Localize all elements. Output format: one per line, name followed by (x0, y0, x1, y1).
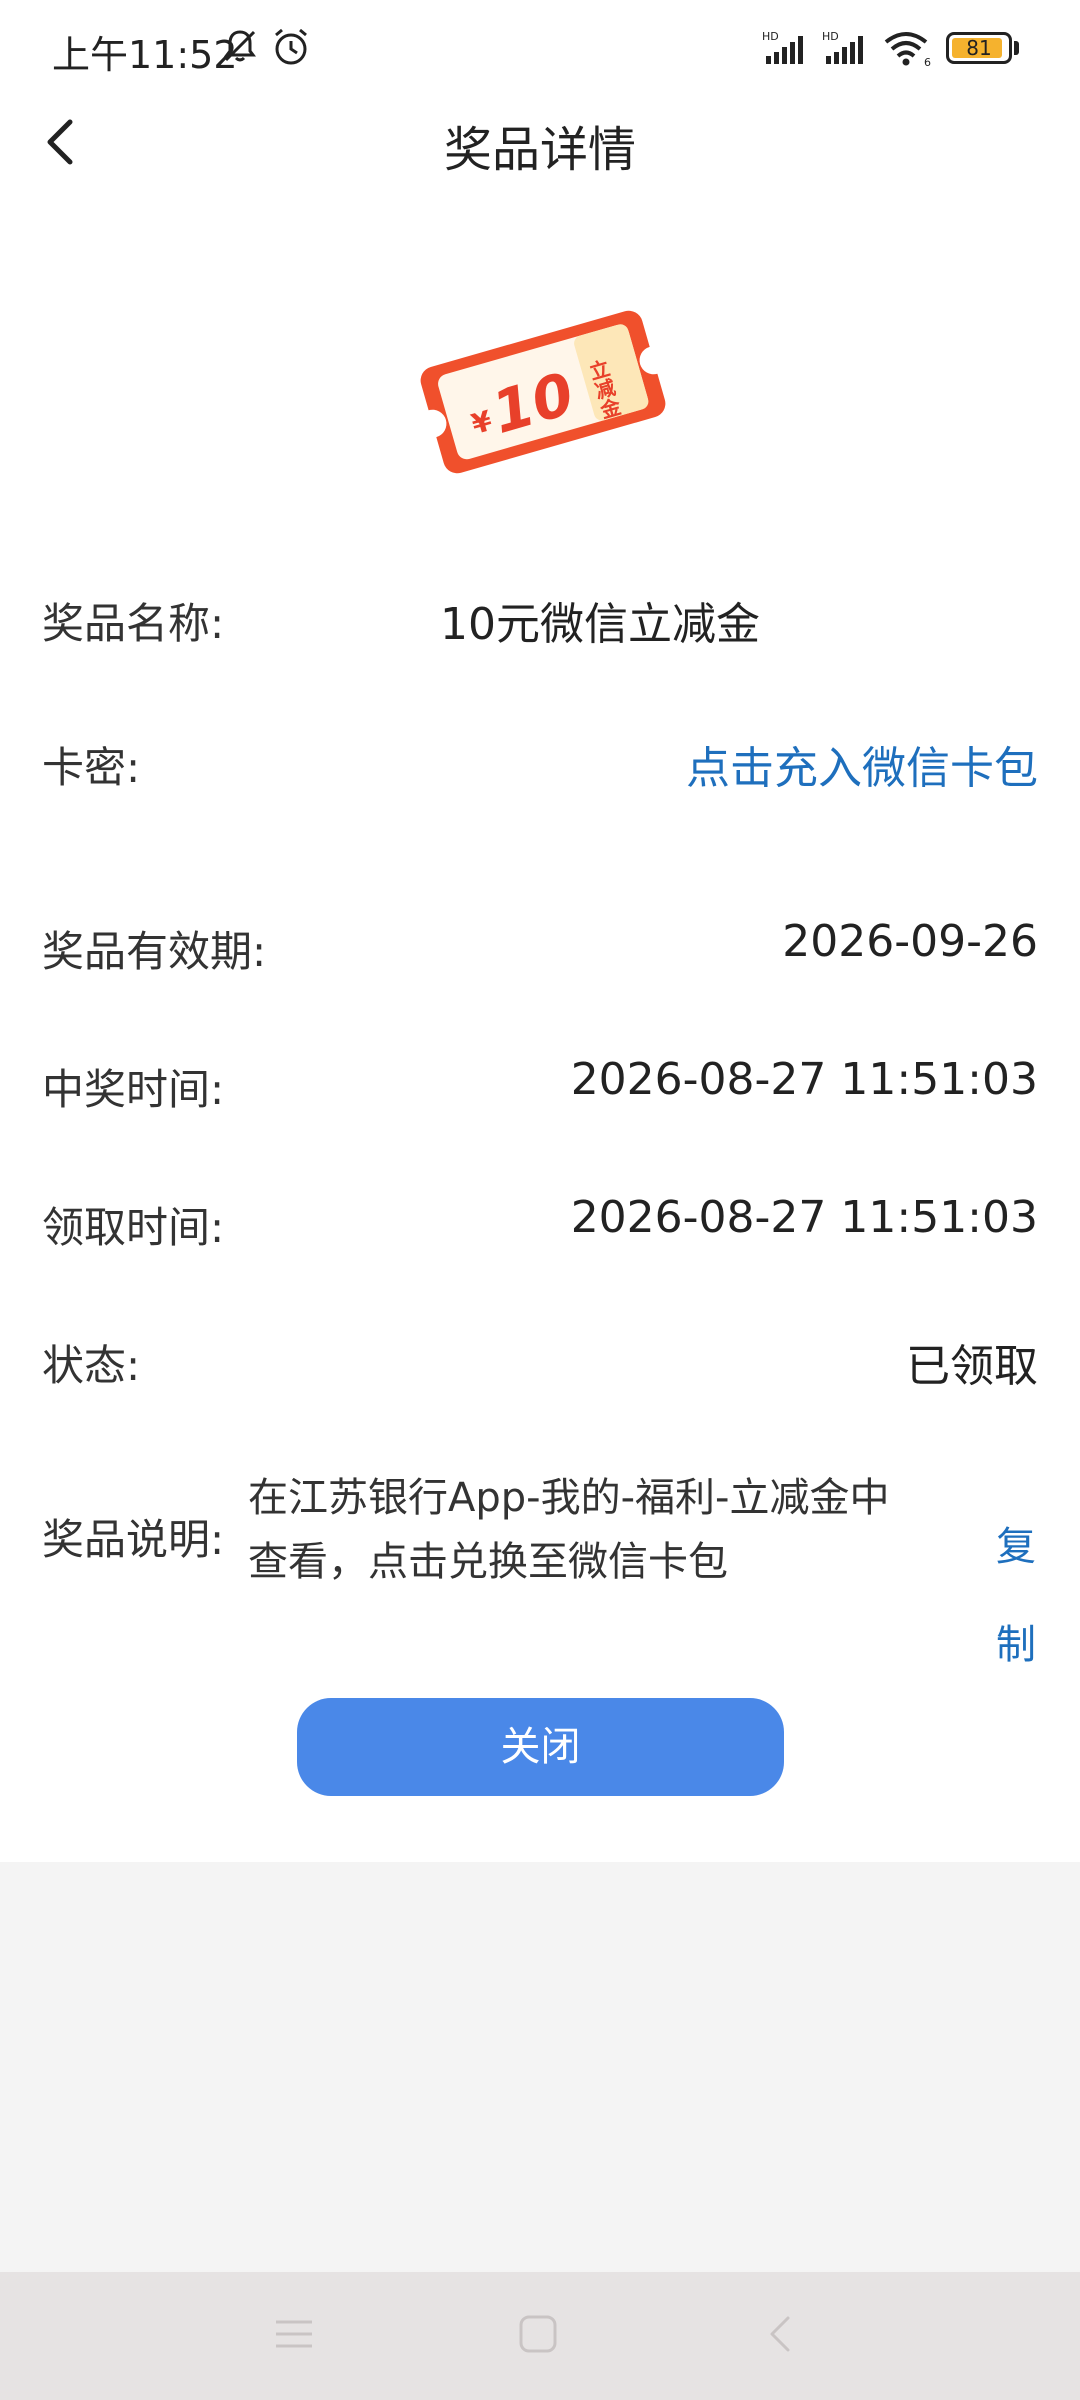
wifi-icon: 6 (884, 32, 931, 68)
validity-label: 奖品有效期: (42, 927, 267, 976)
status-value: 已领取 (906, 1341, 1038, 1392)
svg-text:6: 6 (924, 56, 931, 68)
claim-time-label: 领取时间: (42, 1203, 225, 1252)
prize-detail-page: 上午11:52 HD HD 6 81 奖品详情 ¥ 10 立减金 奖品名称: 1… (0, 0, 1080, 1862)
status-bar: 上午11:52 HD HD 6 81 (0, 0, 1080, 96)
signal-hd-icon-2: HD (822, 30, 863, 64)
battery-level: 81 (966, 36, 992, 60)
muted-bell-icon (224, 30, 256, 62)
page-title: 奖品详情 (443, 122, 636, 178)
description-line-2: 查看，点击兑换至微信卡包 (248, 1539, 728, 1585)
nav-bar: 奖品详情 (0, 96, 1080, 186)
win-time-label: 中奖时间: (42, 1065, 225, 1114)
system-nav-bar (0, 2272, 1080, 2400)
prize-name-label: 奖品名称: (42, 599, 225, 648)
copy-label-2: 制 (996, 1622, 1036, 1668)
battery-cap (1014, 41, 1019, 55)
menu-icon[interactable] (272, 2312, 316, 2356)
validity-value: 2026-09-26 (782, 916, 1038, 967)
status-time: 上午11:52 (52, 33, 238, 77)
back-nav-icon[interactable] (760, 2312, 804, 2356)
card-secret-label: 卡密: (42, 743, 141, 792)
copy-label-1: 复 (996, 1524, 1036, 1570)
copy-button[interactable]: 复 制 (996, 1498, 1042, 1694)
close-button[interactable]: 关闭 (297, 1698, 784, 1796)
add-to-wechat-card-link[interactable]: 点击充入微信卡包 (686, 732, 1038, 796)
signal-hd-icon-1: HD (762, 30, 803, 64)
status-label: 状态: (42, 1341, 141, 1390)
description-text: 在江苏银行App-我的-福利-立减金中 查看，点击兑换至微信卡包 (248, 1466, 928, 1594)
svg-text:HD: HD (822, 30, 839, 43)
battery-icon: 81 (946, 32, 1012, 64)
prize-name-value: 10元微信立减金 (440, 599, 760, 650)
win-time-value: 2026-08-27 11:51:03 (570, 1054, 1038, 1105)
alarm-clock-icon (275, 28, 307, 65)
home-icon[interactable] (516, 2312, 560, 2356)
svg-text:HD: HD (762, 30, 779, 43)
description-label: 奖品说明: (42, 1515, 225, 1564)
coupon-image: ¥ 10 立减金 (418, 310, 668, 474)
description-line-1: 在江苏银行App-我的-福利-立减金中 (248, 1475, 890, 1521)
claim-time-value: 2026-08-27 11:51:03 (570, 1192, 1038, 1243)
